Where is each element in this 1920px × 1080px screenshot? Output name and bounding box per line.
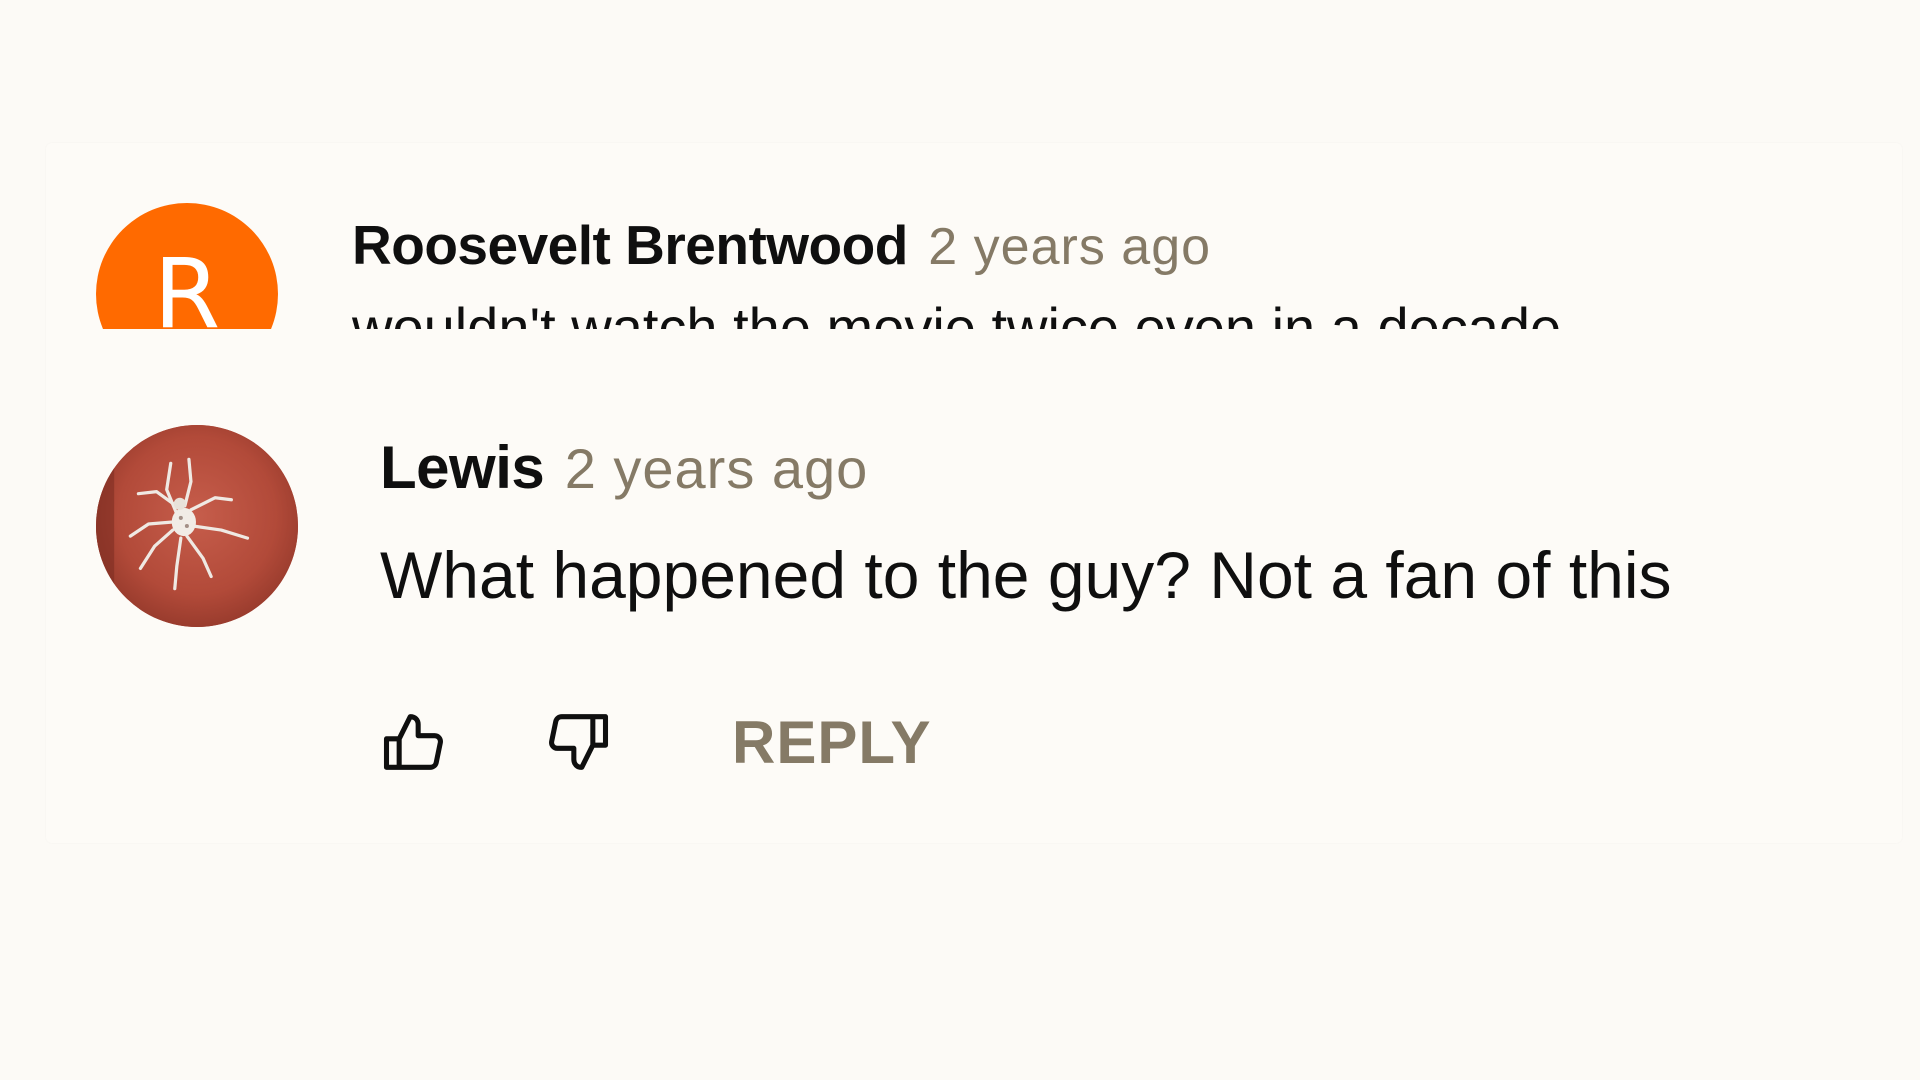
avatar[interactable]: [96, 425, 298, 627]
comment-author[interactable]: Lewis: [380, 434, 545, 501]
comment-item: R Roosevelt Brentwood 2 years ago wouldn…: [46, 143, 1902, 329]
avatar[interactable]: R: [96, 203, 278, 329]
comment-actions: REPLY: [380, 697, 932, 787]
comment-item: Lewis 2 years ago What happened to the g…: [46, 425, 1902, 825]
avatar-letter: R: [153, 238, 221, 329]
comment-timestamp[interactable]: 2 years ago: [565, 437, 869, 500]
dislike-button[interactable]: [532, 697, 622, 787]
like-button[interactable]: [370, 697, 460, 787]
comment-author[interactable]: Roosevelt Brentwood: [352, 214, 908, 276]
comment-text: wouldn't watch the movie twice even in a…: [352, 296, 1562, 329]
thumbs-down-icon: [549, 714, 609, 770]
thumbs-up-icon: [383, 714, 443, 770]
comment-text: What happened to the guy? Not a fan of t…: [380, 538, 1672, 612]
comments-screen: R Roosevelt Brentwood 2 years ago wouldn…: [0, 0, 1920, 1080]
comment-header: Lewis 2 years ago: [380, 433, 868, 502]
spider-photo-icon: [96, 425, 298, 627]
comment-thread: R Roosevelt Brentwood 2 years ago wouldn…: [46, 143, 1902, 843]
reply-button[interactable]: REPLY: [732, 708, 932, 777]
comment-timestamp[interactable]: 2 years ago: [928, 218, 1211, 276]
comment-header: Roosevelt Brentwood 2 years ago: [352, 213, 1211, 277]
